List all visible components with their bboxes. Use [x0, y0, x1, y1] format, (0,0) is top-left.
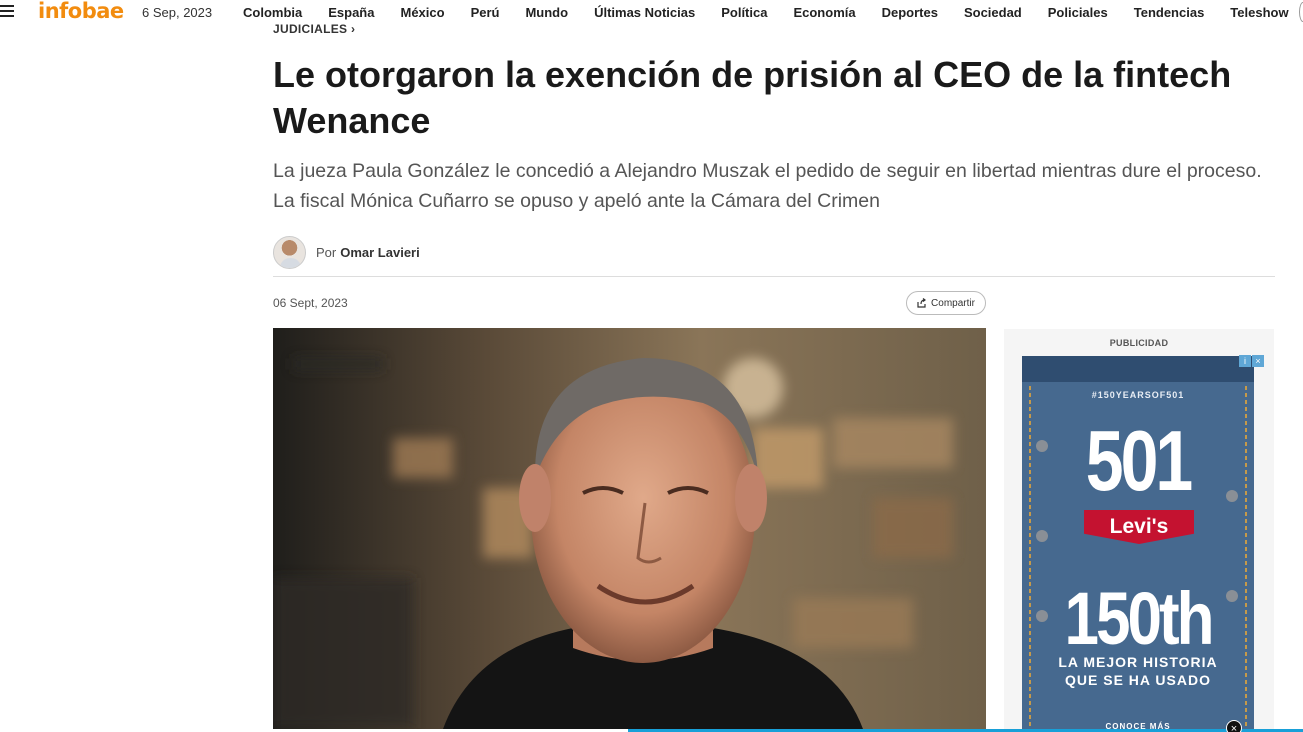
nav-item-economia[interactable]: Economía [780, 5, 868, 20]
author-name[interactable]: Omar Lavieri [340, 245, 420, 260]
ad-label: PUBLICIDAD [1109, 338, 1169, 348]
portrait-photo [273, 328, 986, 729]
share-label: Compartir [931, 297, 975, 309]
nav-item-deportes[interactable]: Deportes [869, 5, 951, 20]
nav-item-mundo[interactable]: Mundo [512, 5, 581, 20]
nav-item-peru[interactable]: Perú [458, 5, 513, 20]
adchoices-close-icon[interactable]: × [1252, 355, 1264, 367]
close-ad-button[interactable]: × [1226, 720, 1242, 732]
section-breadcrumb[interactable]: JUDICIALES › [273, 22, 355, 36]
top-bar: infobae 6 Sep, 2023 Colombia España Méxi… [0, 0, 1303, 24]
article-image[interactable] [273, 328, 986, 729]
ad-hashtag: #150YEARSOF501 [1091, 390, 1185, 400]
adchoices-info-icon[interactable]: i [1239, 355, 1251, 367]
article-title: Le otorgaron la exención de prisión al C… [273, 54, 1232, 141]
author-byline: Por Omar Lavieri [273, 236, 420, 269]
main-nav: Colombia España México Perú Mundo Última… [230, 0, 1302, 24]
ad-model-number: 501 [1085, 413, 1193, 509]
share-button[interactable]: Compartir [906, 291, 986, 315]
ad-choices: i × [1238, 355, 1264, 367]
nav-scroll-arrow[interactable] [1299, 2, 1303, 22]
ad-anniversary: 150th [1064, 578, 1215, 661]
header-date: 6 Sep, 2023 [142, 5, 213, 20]
divider [273, 276, 1275, 277]
nav-item-sociedad[interactable]: Sociedad [951, 5, 1035, 20]
article-subtitle: La jueza Paula González le concedió a Al… [273, 160, 1262, 212]
nav-item-politica[interactable]: Política [708, 5, 780, 20]
nav-item-ultimas-noticias[interactable]: Últimas Noticias [581, 5, 708, 20]
share-icon [917, 298, 927, 308]
ad-tagline-2: QUE SE HA USADO [1065, 672, 1211, 688]
nav-item-colombia[interactable]: Colombia [230, 5, 315, 20]
ad-tagline-1: LA MEJOR HISTORIA [1058, 654, 1218, 670]
nav-item-tendencias[interactable]: Tendencias [1121, 5, 1218, 20]
avatar[interactable] [273, 236, 306, 269]
levis-ad-banner[interactable]: #150YEARSOF501 501 Levi's 150th LA MEJOR… [1022, 356, 1254, 732]
menu-icon[interactable] [0, 5, 14, 19]
ad-container: PUBLICIDAD #150YEARSOF501 501 Levi's 150… [1004, 329, 1274, 732]
nav-item-espana[interactable]: España [315, 5, 387, 20]
author-prefix: Por [316, 245, 337, 260]
publish-date: 06 Sept, 2023 [273, 296, 348, 310]
nav-item-teleshow[interactable]: Teleshow [1217, 5, 1301, 20]
nav-item-mexico[interactable]: México [387, 5, 457, 20]
nav-item-policiales[interactable]: Policiales [1035, 5, 1121, 20]
site-logo[interactable]: infobae [38, 0, 124, 23]
